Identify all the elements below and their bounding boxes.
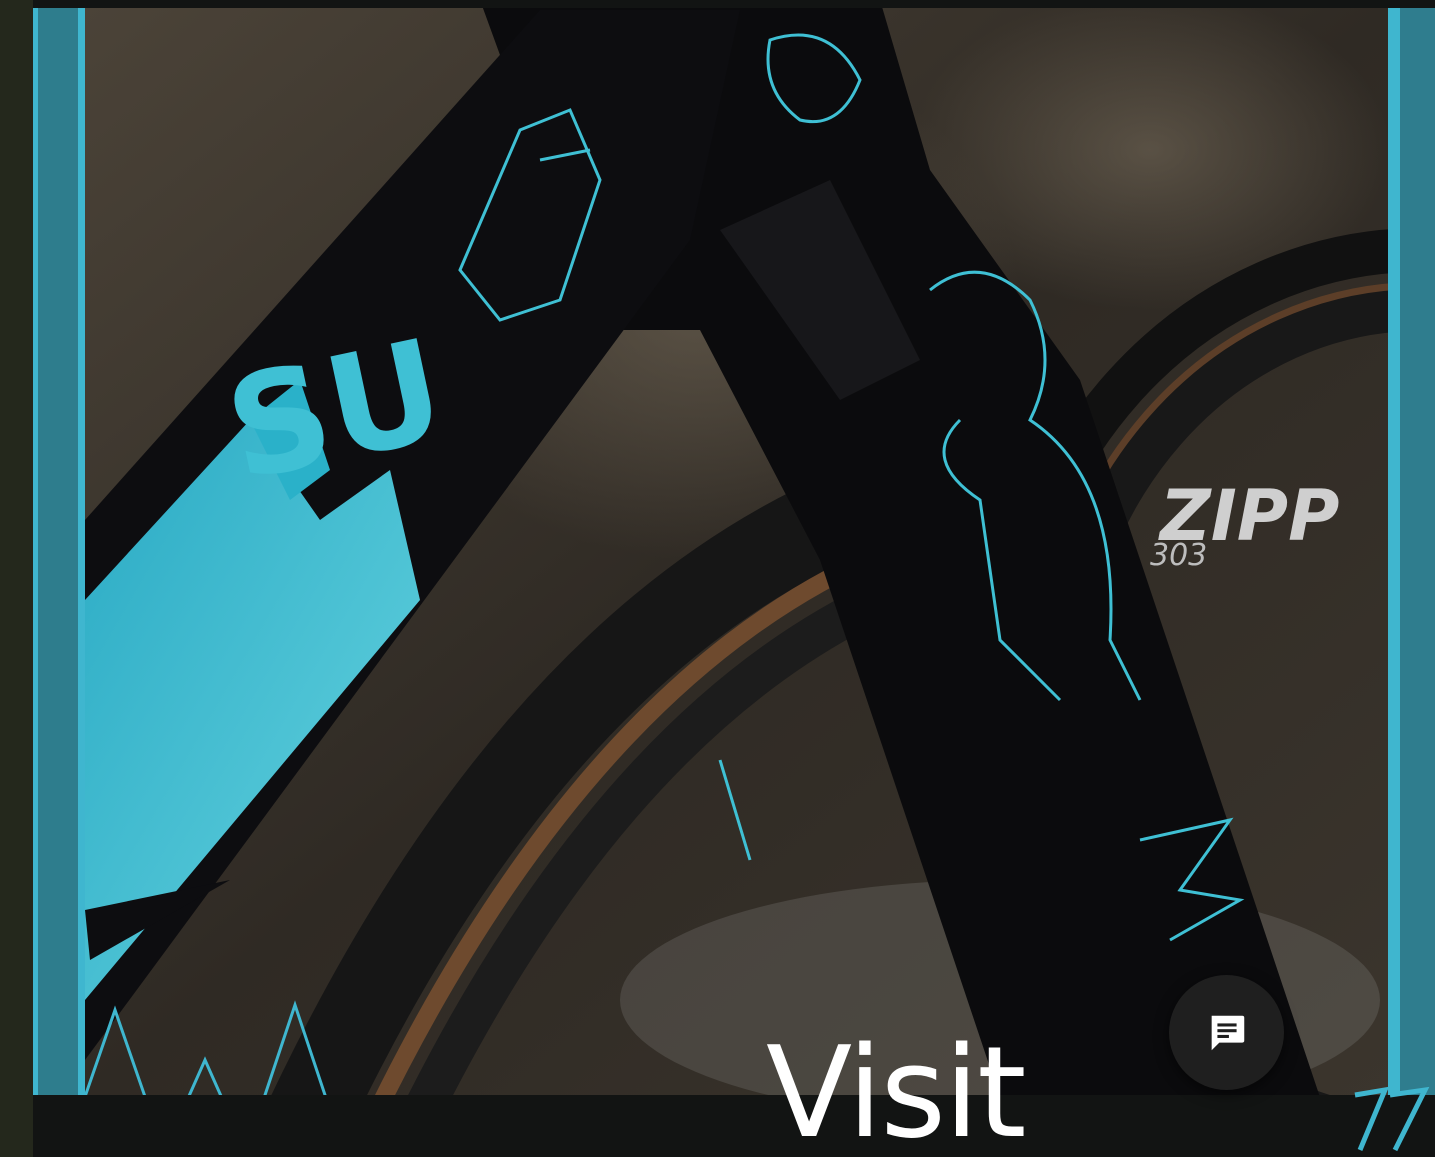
77-logo-icon — [1354, 1086, 1430, 1152]
hero-banner: ZIPP 303 SU Visit — [0, 0, 1435, 1157]
chat-button[interactable] — [1169, 975, 1284, 1090]
rim-model-text: 303 — [1150, 538, 1207, 573]
chat-message-icon — [1211, 1015, 1244, 1050]
frame-bottom-bar — [33, 1095, 1435, 1157]
visit-heading[interactable]: Visit — [766, 1030, 1026, 1156]
